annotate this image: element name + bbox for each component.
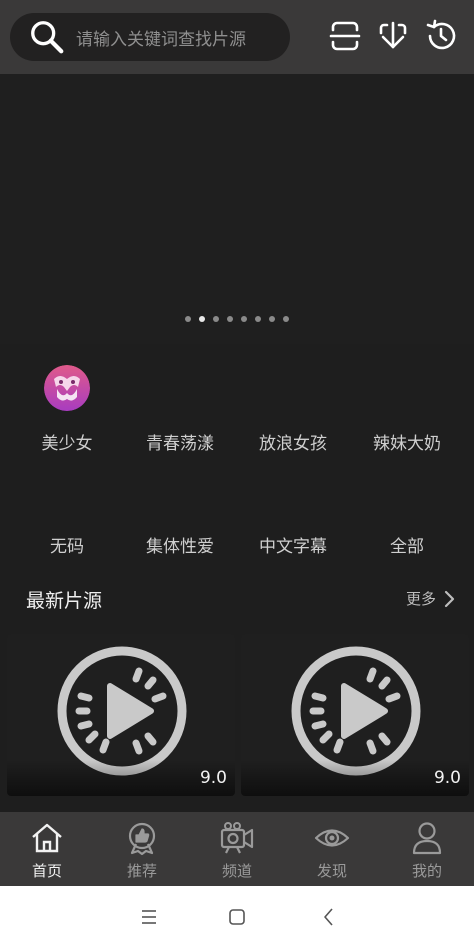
- play-placeholder-icon: [57, 646, 187, 776]
- category-avatar-icon: [44, 365, 90, 411]
- history-button[interactable]: [424, 19, 458, 53]
- menu-icon: [142, 910, 156, 924]
- carousel-dot[interactable]: [241, 316, 247, 322]
- score-badge: 9.0: [433, 768, 461, 788]
- home-icon: [32, 823, 62, 853]
- video-camera-icon: [220, 822, 254, 854]
- banner-carousel[interactable]: [0, 74, 474, 344]
- more-label: 更多: [405, 590, 436, 608]
- nav-label: 发现: [316, 862, 347, 880]
- category-item[interactable]: 中文字幕: [234, 532, 352, 557]
- system-back-button[interactable]: [318, 906, 340, 928]
- nav-discover[interactable]: 发现: [285, 820, 379, 881]
- score-badge: 9.0: [199, 768, 227, 788]
- more-link[interactable]: 更多: [406, 588, 456, 609]
- download-icon: [379, 21, 407, 49]
- nav-recommend[interactable]: 推荐: [95, 820, 189, 881]
- back-icon: [324, 908, 333, 926]
- nav-mine[interactable]: 我的: [380, 820, 474, 881]
- system-menu-button[interactable]: [138, 906, 160, 928]
- category-item[interactable]: 放浪女孩: [234, 429, 352, 454]
- category-item[interactable]: 全部: [348, 532, 466, 557]
- nav-label: 推荐: [126, 862, 157, 880]
- bottom-nav: 首页 推荐 频道 发现 我的: [0, 812, 474, 886]
- carousel-indicator: [0, 316, 474, 322]
- nav-label: 首页: [31, 862, 62, 880]
- category-item[interactable]: 集体性爱: [121, 532, 239, 557]
- top-bar: 请输入关键词查找片源: [0, 0, 474, 74]
- scan-button[interactable]: [328, 19, 362, 53]
- eye-icon: [314, 829, 350, 847]
- carousel-dot[interactable]: [213, 316, 219, 322]
- nav-label: 频道: [221, 862, 252, 880]
- system-home-button[interactable]: [226, 906, 248, 928]
- category-item[interactable]: 辣妹大奶: [348, 429, 466, 454]
- category-icon[interactable]: [44, 365, 90, 411]
- carousel-dot[interactable]: [227, 316, 233, 322]
- system-nav-bar: [0, 886, 474, 948]
- scan-icon: [329, 21, 361, 51]
- user-icon: [412, 822, 442, 855]
- carousel-dot[interactable]: [269, 316, 275, 322]
- carousel-dot[interactable]: [255, 316, 261, 322]
- play-placeholder-icon: [291, 646, 421, 776]
- carousel-dot[interactable]: [199, 316, 205, 322]
- search-placeholder: 请输入关键词查找片源: [76, 29, 246, 50]
- category-item[interactable]: 青春荡漾: [121, 429, 239, 454]
- carousel-dot[interactable]: [283, 316, 289, 322]
- search-bar[interactable]: 请输入关键词查找片源: [10, 13, 290, 61]
- video-card[interactable]: 9.0: [7, 634, 235, 796]
- thumbs-up-badge-icon: [128, 822, 156, 856]
- nav-channel[interactable]: 频道: [190, 820, 284, 881]
- history-icon: [426, 19, 456, 50]
- search-icon: [31, 21, 64, 54]
- home-square-icon: [229, 909, 245, 925]
- nav-label: 我的: [411, 862, 442, 880]
- download-button[interactable]: [376, 19, 410, 53]
- category-item[interactable]: 美少女: [8, 429, 126, 454]
- carousel-dot[interactable]: [185, 316, 191, 322]
- video-card[interactable]: 9.0: [241, 634, 469, 796]
- chevron-right-icon: [444, 590, 455, 607]
- section-title: 最新片源: [26, 590, 103, 612]
- category-item[interactable]: 无码: [8, 532, 126, 557]
- nav-home[interactable]: 首页: [0, 820, 94, 881]
